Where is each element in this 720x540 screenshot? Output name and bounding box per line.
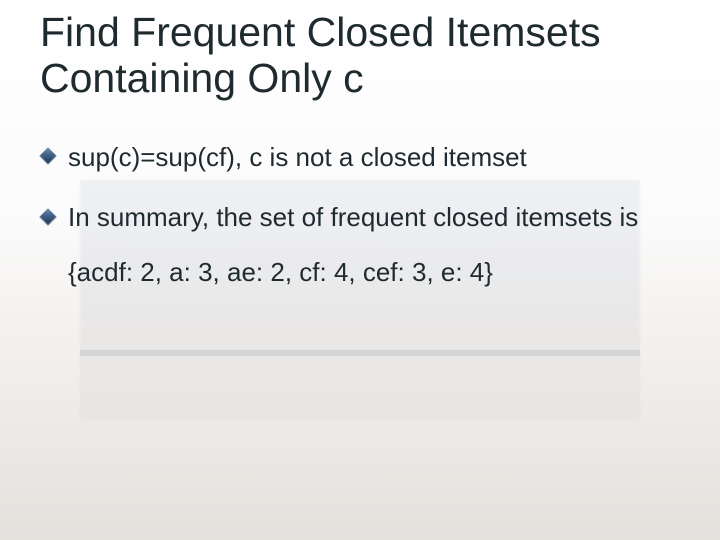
slide-title: Find Frequent Closed Itemsets Containing… <box>40 10 690 102</box>
bullet-item: sup(c)=sup(cf), c is not a closed itemse… <box>68 130 690 185</box>
bullet-item: In summary, the set of frequent closed i… <box>68 190 690 299</box>
bullet-text: sup(c)=sup(cf), c is not a closed itemse… <box>68 142 527 172</box>
slide: Find Frequent Closed Itemsets Containing… <box>0 0 720 540</box>
bullet-list: sup(c)=sup(cf), c is not a closed itemse… <box>40 130 690 300</box>
bullet-text: In summary, the set of frequent closed i… <box>68 202 638 287</box>
